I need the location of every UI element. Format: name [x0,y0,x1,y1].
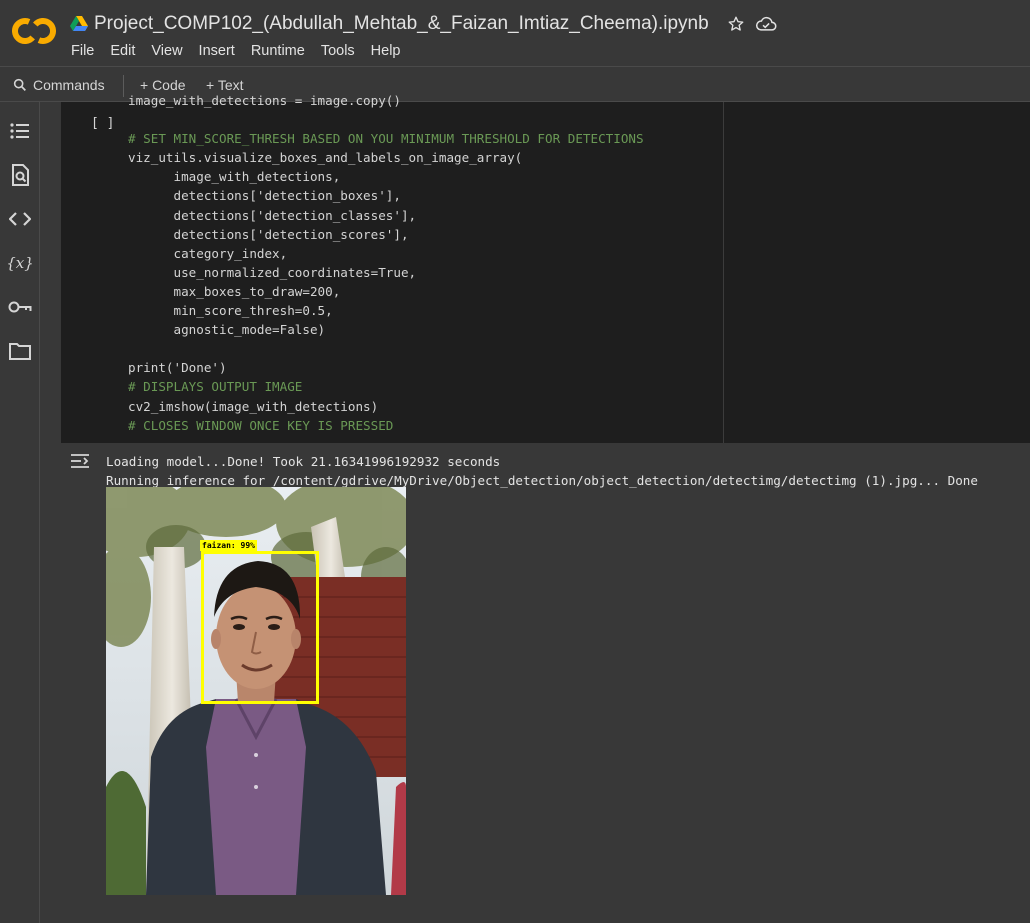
code-line: detections['detection_boxes'], [128,188,401,204]
drive-icon[interactable] [70,16,88,32]
code-line: # CLOSES WINDOW ONCE KEY IS PRESSED [128,417,394,433]
code-line: # DISPLAYS OUTPUT IMAGE [128,379,303,395]
code-line: print('Done') [128,360,227,376]
detection-output-image: faizan: 99% [106,487,406,895]
find-replace-icon[interactable] [8,163,32,187]
code-cell[interactable]: image_with_detections = image.copy() # S… [61,93,1030,443]
code-line: image_with_detections = image.copy() [128,93,401,108]
code-line: max_boxes_to_draw=200, [128,283,341,299]
cell-output: Loading model...Done! Took 21.1634199619… [61,443,1030,923]
app-header: Project_COMP102_(Abdullah_Mehtab_&_Faiza… [0,0,1030,66]
detection-bounding-box [201,551,319,704]
run-cell-button[interactable]: [ ] [91,116,114,131]
menu-insert[interactable]: Insert [199,43,243,59]
svg-text:{x}: {x} [8,254,32,272]
code-line: viz_utils.visualize_boxes_and_labels_on_… [128,150,523,166]
title-row: Project_COMP102_(Abdullah_Mehtab_&_Faiza… [70,12,777,36]
detection-label: faizan: 99% [200,540,257,551]
notebook-area: image_with_detections = image.copy() # S… [40,93,1030,923]
title-icons [727,15,777,33]
code-line: # SET MIN_SCORE_THRESH BASED ON YOU MINI… [128,131,644,147]
code-line: category_index, [128,245,288,261]
left-sidebar: {x} [0,102,40,923]
star-icon[interactable] [727,15,745,33]
menu-bar: File Edit View Insert Runtime Tools Help [71,43,417,59]
table-of-contents-icon[interactable] [8,119,32,143]
variables-icon[interactable]: {x} [8,251,32,275]
code-line: detections['detection_scores'], [128,226,409,242]
secrets-key-icon[interactable] [8,295,32,319]
code-line: cv2_imshow(image_with_detections) [128,398,379,414]
code-line: detections['detection_classes'], [128,207,417,223]
search-icon [13,78,26,91]
output-actions-icon[interactable] [69,452,91,470]
code-line: image_with_detections, [128,169,341,185]
files-folder-icon[interactable] [8,339,32,363]
toolbar-divider [123,75,124,97]
output-text: Loading model...Done! Took 21.1634199619… [106,452,978,490]
notebook-title[interactable]: Project_COMP102_(Abdullah_Mehtab_&_Faiza… [94,13,709,35]
output-line-load-time: Loading model...Done! Took 21.1634199619… [106,454,501,469]
cloud-icon[interactable] [755,15,777,33]
menu-runtime[interactable]: Runtime [251,43,313,59]
code-editor[interactable]: image_with_detections = image.copy() # S… [128,91,644,435]
menu-view[interactable]: View [151,43,190,59]
cell-divider [723,102,724,443]
menu-file[interactable]: File [71,43,102,59]
code-line: agnostic_mode=False) [128,322,326,338]
commands-label: Commands [33,77,105,93]
code-snippets-icon[interactable] [8,207,32,231]
commands-button[interactable]: Commands [12,67,105,103]
colab-logo[interactable] [12,14,56,48]
code-line: use_normalized_coordinates=True, [128,264,417,280]
menu-tools[interactable]: Tools [321,43,363,59]
menu-help[interactable]: Help [371,43,409,59]
menu-edit[interactable]: Edit [110,43,143,59]
code-line: min_score_thresh=0.5, [128,303,333,319]
